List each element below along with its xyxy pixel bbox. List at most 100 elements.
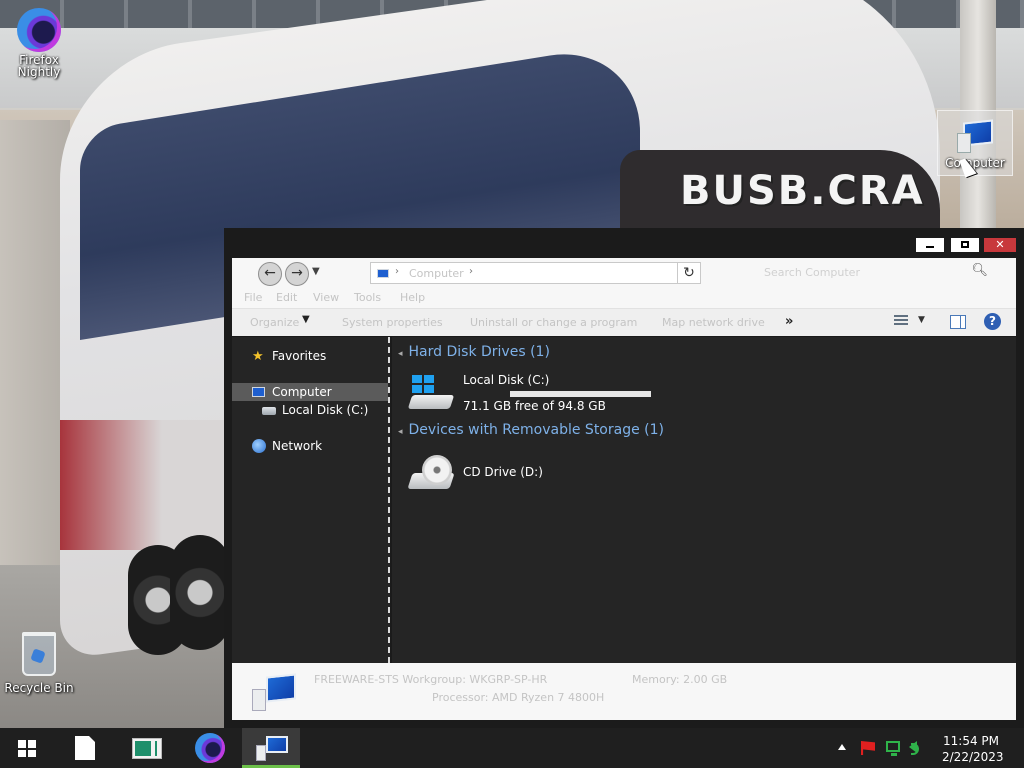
details-workgroup: FREEWARE-STS Workgroup: WKGRP-SP-HR — [314, 673, 548, 686]
recent-locations-dropdown[interactable]: ▼ — [312, 266, 320, 277]
desktop-icon-label: Computer — [945, 156, 1005, 170]
taskbar-notepad[interactable] — [58, 728, 116, 768]
menu-edit[interactable]: Edit — [276, 291, 297, 304]
nav-item-favorites[interactable]: ★ Favorites — [232, 347, 388, 365]
menu-view[interactable]: View — [313, 291, 339, 304]
collapse-icon: ◂ — [398, 349, 403, 359]
minimize-icon — [926, 246, 934, 248]
collapse-icon: ◂ — [398, 427, 403, 437]
document-icon — [75, 736, 95, 760]
more-commands-button[interactable]: » — [785, 314, 793, 329]
volume-icon[interactable] — [909, 741, 919, 755]
taskbar-explorer[interactable] — [242, 728, 300, 768]
maximize-button[interactable] — [951, 238, 979, 252]
chevron-down-icon: ▼ — [312, 266, 320, 277]
change-view-icon[interactable] — [894, 315, 908, 327]
clock-date[interactable]: 2/22/2023 — [942, 750, 1004, 764]
star-icon: ★ — [252, 349, 264, 364]
explorer-window: ✕ ← → ▼ › Computer › ▼ ↻ Search Computer… — [224, 228, 1024, 728]
breadcrumb-separator-icon: › — [469, 266, 473, 277]
drive-name: CD Drive (D:) — [463, 465, 543, 479]
wallpaper-bus-logo: BUSB.CRA — [680, 168, 925, 214]
nav-item-label: Favorites — [272, 349, 327, 363]
drive-free-space: 71.1 GB free of 94.8 GB — [463, 399, 606, 413]
search-icon[interactable]: 🔍︎ — [971, 263, 988, 278]
computer-icon — [955, 119, 995, 155]
taskbar-app[interactable] — [118, 728, 176, 768]
nav-item-network[interactable]: Network — [232, 437, 388, 455]
drive-item-cd-drive-d[interactable]: CD Drive (D:) — [407, 451, 768, 499]
show-hidden-icons-icon[interactable] — [838, 744, 846, 750]
group-header-label: Hard Disk Drives (1) — [408, 344, 550, 360]
desktop-icon-computer[interactable]: Computer — [937, 110, 1013, 176]
uninstall-program-button[interactable]: Uninstall or change a program — [470, 316, 637, 329]
nav-item-label: Local Disk (C:) — [282, 403, 369, 417]
drive-item-local-disk-c[interactable]: Local Disk (C:) 71.1 GB free of 94.8 GB — [407, 371, 768, 419]
taskbar-firefox[interactable] — [180, 728, 238, 768]
app-window-icon — [132, 738, 162, 759]
minimize-button[interactable] — [916, 238, 944, 252]
network-icon — [252, 439, 266, 453]
desktop-icon-recycle-bin[interactable]: Recycle Bin — [1, 632, 77, 694]
group-header-hard-disk-drives[interactable]: ◂ Hard Disk Drives (1) — [398, 344, 550, 360]
computer-icon — [252, 673, 298, 713]
search-input[interactable]: Search Computer 🔍︎ — [702, 262, 1002, 284]
back-button[interactable]: ← — [258, 262, 282, 286]
firefox-nightly-icon — [195, 733, 225, 763]
arrow-right-icon: → — [291, 265, 303, 281]
nav-item-label: Computer — [272, 385, 332, 399]
close-icon: ✕ — [995, 238, 1005, 251]
view-dropdown-icon[interactable]: ▼ — [918, 315, 925, 325]
taskbar: 11:54 PM 2/22/2023 — [0, 728, 1024, 768]
details-pane: FREEWARE-STS Workgroup: WKGRP-SP-HR Memo… — [232, 663, 1016, 720]
details-memory: Memory: 2.00 GB — [632, 673, 728, 686]
group-header-label: Devices with Removable Storage (1) — [408, 422, 664, 438]
menu-tools[interactable]: Tools — [354, 291, 381, 304]
drive-usage-fill — [510, 391, 546, 397]
cd-drive-icon — [407, 455, 456, 495]
desktop-icon-label: Recycle Bin — [4, 681, 74, 695]
nav-item-local-disk[interactable]: Local Disk (C:) — [232, 401, 388, 419]
action-center-flag-icon[interactable] — [861, 741, 875, 755]
computer-icon — [256, 736, 288, 762]
nav-item-computer[interactable]: Computer — [232, 383, 388, 401]
help-icon[interactable]: ? — [984, 313, 1001, 330]
details-processor: Processor: AMD Ryzen 7 4800H — [432, 691, 605, 704]
organize-dropdown-icon[interactable]: ▼ — [302, 314, 310, 325]
nav-item-label: Network — [272, 439, 323, 453]
organize-button[interactable]: Organize — [250, 316, 299, 329]
wallpaper-bus-stripe — [60, 420, 230, 550]
close-button[interactable]: ✕ — [984, 238, 1016, 252]
menu-file[interactable]: File — [244, 291, 262, 304]
start-button[interactable] — [0, 728, 58, 768]
network-icon[interactable] — [886, 741, 900, 756]
search-placeholder: Search Computer — [764, 266, 860, 279]
breadcrumb-computer[interactable]: Computer — [409, 267, 464, 280]
menu-help[interactable]: Help — [400, 291, 425, 304]
drive-name: Local Disk (C:) — [463, 373, 550, 387]
title-bar[interactable]: ✕ — [224, 228, 1024, 258]
map-network-drive-button[interactable]: Map network drive — [662, 316, 765, 329]
menu-bar: File Edit View Tools Help — [232, 288, 1016, 308]
breadcrumb-separator-icon: › — [395, 266, 399, 277]
preview-pane-icon[interactable] — [950, 315, 966, 329]
desktop-icon-firefox-nightly[interactable]: Firefox Nightly — [1, 8, 77, 78]
computer-icon — [377, 269, 389, 278]
wallpaper-wheel — [170, 535, 230, 650]
refresh-icon: ↻ — [683, 265, 695, 281]
maximize-icon — [961, 241, 969, 248]
drive-usage-bar — [510, 391, 651, 397]
windows-logo-icon — [18, 740, 36, 757]
address-bar[interactable]: › Computer › ▼ — [370, 262, 700, 284]
computer-icon — [252, 387, 265, 397]
forward-button[interactable]: → — [285, 262, 309, 286]
desktop-icon-label: Nightly — [17, 65, 61, 79]
system-tray: 11:54 PM 2/22/2023 — [830, 728, 1024, 768]
refresh-button[interactable]: ↻ — [677, 262, 701, 284]
arrow-left-icon: ← — [264, 265, 276, 281]
clock-time[interactable]: 11:54 PM — [943, 734, 999, 748]
group-header-removable-storage[interactable]: ◂ Devices with Removable Storage (1) — [398, 422, 664, 438]
system-properties-button[interactable]: System properties — [342, 316, 443, 329]
navigation-pane: ★ Favorites Computer Local Disk (C:) Net… — [232, 337, 390, 663]
windows-drive-icon — [407, 371, 456, 415]
